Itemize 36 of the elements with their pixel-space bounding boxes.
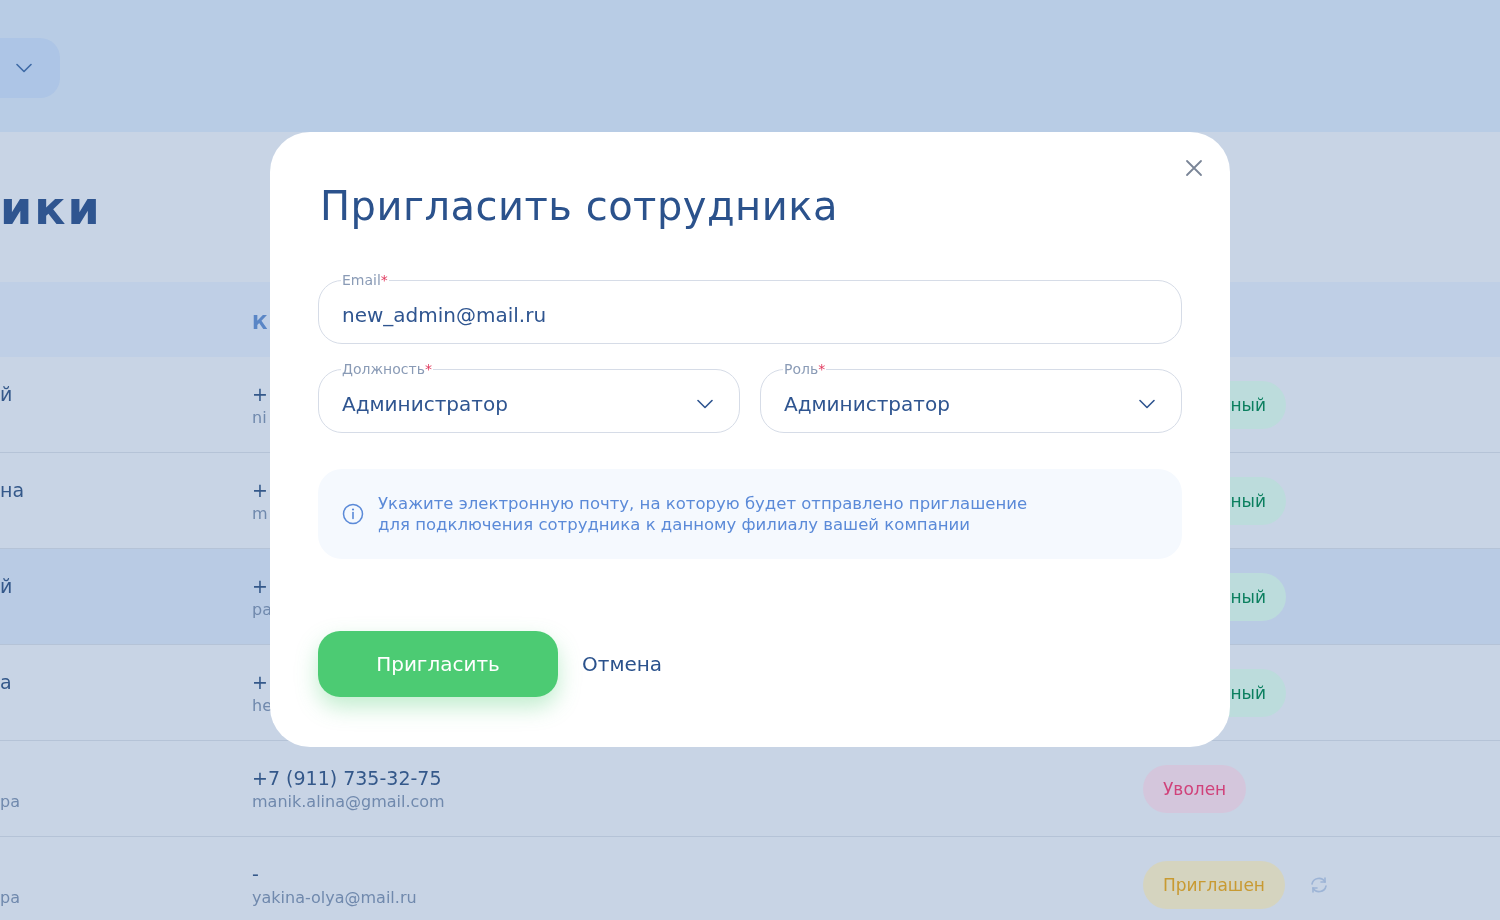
employee-name: ра [0, 888, 20, 907]
employee-name: на [0, 479, 25, 501]
employee-name: й [0, 575, 13, 597]
employee-name: й [0, 383, 13, 405]
email-text: he [252, 696, 272, 715]
phone-text: + [252, 479, 268, 501]
chevron-down-icon [16, 63, 32, 73]
dropdown-button[interactable] [0, 38, 60, 98]
email-text: ni [252, 408, 267, 427]
phone-text: +7 (911) 735-32-75 [252, 767, 442, 789]
field-label: Email* [341, 271, 389, 289]
column-header: К [252, 310, 268, 333]
info-text: Укажите электронную почту, на которую будет отправлено приглашение для подключения сотрудника к данному филиалу вашей компании [378, 493, 1028, 535]
employee-name: а [0, 671, 12, 693]
chevron-down-icon [1139, 399, 1155, 409]
email-text: manik.alina@gmail.com [252, 792, 445, 811]
refresh-icon[interactable] [1308, 875, 1329, 894]
status-badge: Уволен [1143, 764, 1247, 813]
info-icon [342, 503, 364, 525]
chevron-down-icon [697, 399, 713, 409]
email-text: yakina-olya@mail.ru [252, 888, 417, 907]
phone-text: + [252, 671, 268, 693]
cancel-button[interactable]: Отмена [582, 652, 663, 676]
input-field[interactable]: Email* new_admin@mail.ru [318, 271, 1182, 344]
field-label: Роль* [783, 360, 827, 378]
field-label: Должность* [341, 360, 433, 378]
table-row[interactable]: ра - yakina-olya@mail.ru Приглашен [0, 837, 1500, 920]
phone-text: - [252, 863, 259, 885]
close-icon[interactable] [1184, 158, 1204, 178]
page-title: ики [0, 180, 102, 236]
email-text: m [252, 504, 268, 523]
phone-text: + [252, 383, 268, 405]
modal-title: Пригласить сотрудника [320, 182, 839, 231]
status-badge: Приглашен [1143, 860, 1285, 909]
employee-name: ра [0, 792, 20, 811]
phone-text: + [252, 575, 268, 597]
